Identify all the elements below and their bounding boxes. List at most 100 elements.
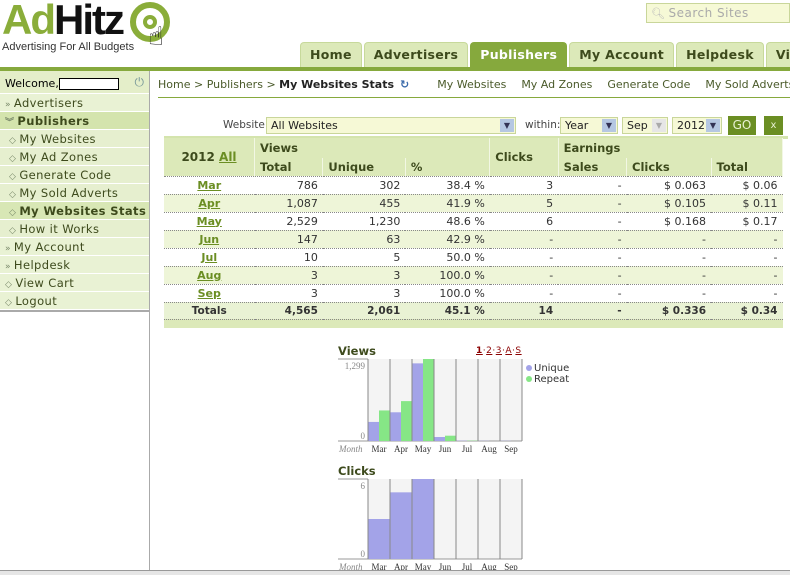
pct-cell: 41.9 % [405,193,490,212]
chart-tool-2[interactable]: 2 [486,346,492,356]
month-link[interactable]: Sep [198,287,221,300]
username-box [58,78,119,90]
sidebar-item-my-account[interactable]: » My Account [0,238,149,256]
pct-header: % [405,158,491,176]
refresh-icon[interactable]: ↻ [400,71,409,97]
unique-cell: 3 [322,265,406,284]
month-link[interactable]: Apr [198,197,220,210]
month-link[interactable]: Jul [201,251,217,264]
search-input[interactable]: 🔍︎ Search Sites [646,3,790,23]
table-row: Jun 147 63 42.9 % - - - - [164,229,783,248]
views-chart: Mar Apr May Jun Jul Aug Sep 0 1,299 Month Views 1… [338,344,578,456]
sidebar-item-label: View Cart [15,276,75,290]
x-axis-label: Month [338,444,363,454]
unique-cell: 5 [322,247,406,266]
sidebar-item-view-cart[interactable]: ◇ View Cart [0,274,149,292]
month-select[interactable]: Sep ▼ [622,117,668,134]
x-tick-label: Sep [504,562,518,570]
year-select[interactable]: 2012 ▼ [672,117,722,134]
total-cell: 3 [254,265,323,284]
sidebar-item-helpdesk[interactable]: » Helpdesk [0,256,149,274]
sublink-my-ad-zones[interactable]: My Ad Zones [521,71,592,97]
totals-unique: 2,061 [322,301,406,320]
x-tick-label: Aug [481,444,497,454]
earnings-header: Earnings [558,138,784,158]
logo-tagline: Advertising For All Budgets [2,41,135,53]
year-header: 2012 All [164,138,255,176]
chevron-down-icon: ▼ [706,119,720,132]
sidebar-item-label: My Ad Zones [19,150,99,164]
chart-tool-s[interactable]: S [515,346,521,356]
search-icon: 🔍︎ [651,7,666,20]
unique-cell: 455 [322,193,406,212]
sidebar-item-logout[interactable]: ◇ Logout [0,292,149,310]
earning-clicks-header: Clicks [626,158,712,176]
sidebar-item-my-websites-stats[interactable]: ◇ My Websites Stats [0,202,149,220]
clicks-cell: - [489,283,559,302]
totals-row: Totals 4,565 2,061 45.1 % 14 - $ 0.336 $… [164,301,783,320]
tab-view-cart[interactable]: View Cart 🛒︎ [765,42,790,67]
clicks-cell: 3 [489,175,559,194]
table-row: Mar 786 302 38.4 % 3- $ 0.063 $ 0.06 [164,175,783,194]
breadcrumb-home[interactable]: Home [158,71,190,97]
tab-helpdesk[interactable]: Helpdesk [676,42,764,67]
sidebar-item-publishers[interactable]: ︾ Publishers [0,112,149,130]
sublink-my-websites[interactable]: My Websites [437,71,506,97]
website-select[interactable]: All Websites ▼ [266,117,516,134]
month-link[interactable]: May [197,215,222,228]
month-link[interactable]: Jun [199,233,219,246]
double-chevron-down-icon: ︾ [5,118,15,128]
tab-advertisers[interactable]: Advertisers [363,42,469,67]
tab-publishers[interactable]: Publishers [470,42,568,67]
sidebar-item-my-ad-zones[interactable]: ◇ My Ad Zones [0,148,149,166]
month-cell: Mar [164,175,255,194]
main-nav: Home Advertisers Publishers My Account H… [300,42,790,67]
go-button[interactable]: GO [728,116,756,135]
sidebar-item-my-websites[interactable]: ◇ My Websites [0,130,149,148]
sidebar-item-label: My Sold Adverts [19,186,119,200]
diamond-icon: ◇ [9,190,17,200]
pct-cell: 100.0 % [405,283,490,302]
sidebar-item-how-it-works[interactable]: ◇ How it Works [0,220,149,238]
sidebar-divider [0,310,149,312]
tab-my-account[interactable]: My Account [569,42,675,67]
clicks-chart: Mar Apr May Jun Jul Aug Sep 0 6 Month Clicks [338,464,578,570]
year-text: 2012 [181,149,215,164]
legend-swatch-repeat [526,376,532,382]
power-icon[interactable]: ⏻ [135,75,145,90]
table-row: Sep 3 3 100.0 % - - - - [164,283,783,302]
month-link[interactable]: Aug [197,269,221,282]
sidebar-item-my-sold-adverts[interactable]: ◇ My Sold Adverts [0,184,149,202]
breadcrumb-publishers[interactable]: Publishers [207,71,263,97]
diamond-icon: ◇ [9,136,17,146]
adhitz-logo[interactable]: AdHitz ☝ Advertising For All Budgets [2,0,177,60]
tab-label: Publishers [480,47,558,62]
sublink-generate-code[interactable]: Generate Code [607,71,690,97]
sales-cell: - [558,265,627,284]
chart-tool-a[interactable]: A [505,346,512,356]
chart-tool-3[interactable]: 3 [496,346,502,356]
views-header: Views [254,138,491,158]
sublink-my-sold-adverts[interactable]: My Sold Adverts [705,71,790,97]
welcome-text: Welcome, [5,77,59,90]
totals-earning-clicks: $ 0.336 [626,301,712,320]
e-clicks-cell: - [626,265,712,284]
totals-pct: 45.1 % [405,301,490,320]
x-tick-label: Sep [504,444,518,454]
period-select[interactable]: Year ▼ [560,117,618,134]
header: AdHitz ☝ Advertising For All Budgets 🔍︎ S… [0,0,790,67]
sidebar-item-label: Advertisers [13,96,84,110]
clear-button[interactable]: x [764,116,783,135]
y-tick-label: 6 [361,481,366,491]
logo-ad: Ad [2,0,56,43]
all-link[interactable]: All [219,150,237,164]
pct-cell: 42.9 % [405,229,490,248]
tab-home[interactable]: Home [300,42,362,67]
month-link[interactable]: Mar [197,179,221,192]
bar-clicks-mar [368,519,390,559]
double-chevron-right-icon: » [5,244,11,254]
sidebar-item-advertisers[interactable]: » Advertisers [0,94,149,112]
chart-tool-1[interactable]: 1 [476,346,483,356]
sidebar-item-generate-code[interactable]: ◇ Generate Code [0,166,149,184]
double-chevron-right-icon: » [5,262,11,272]
